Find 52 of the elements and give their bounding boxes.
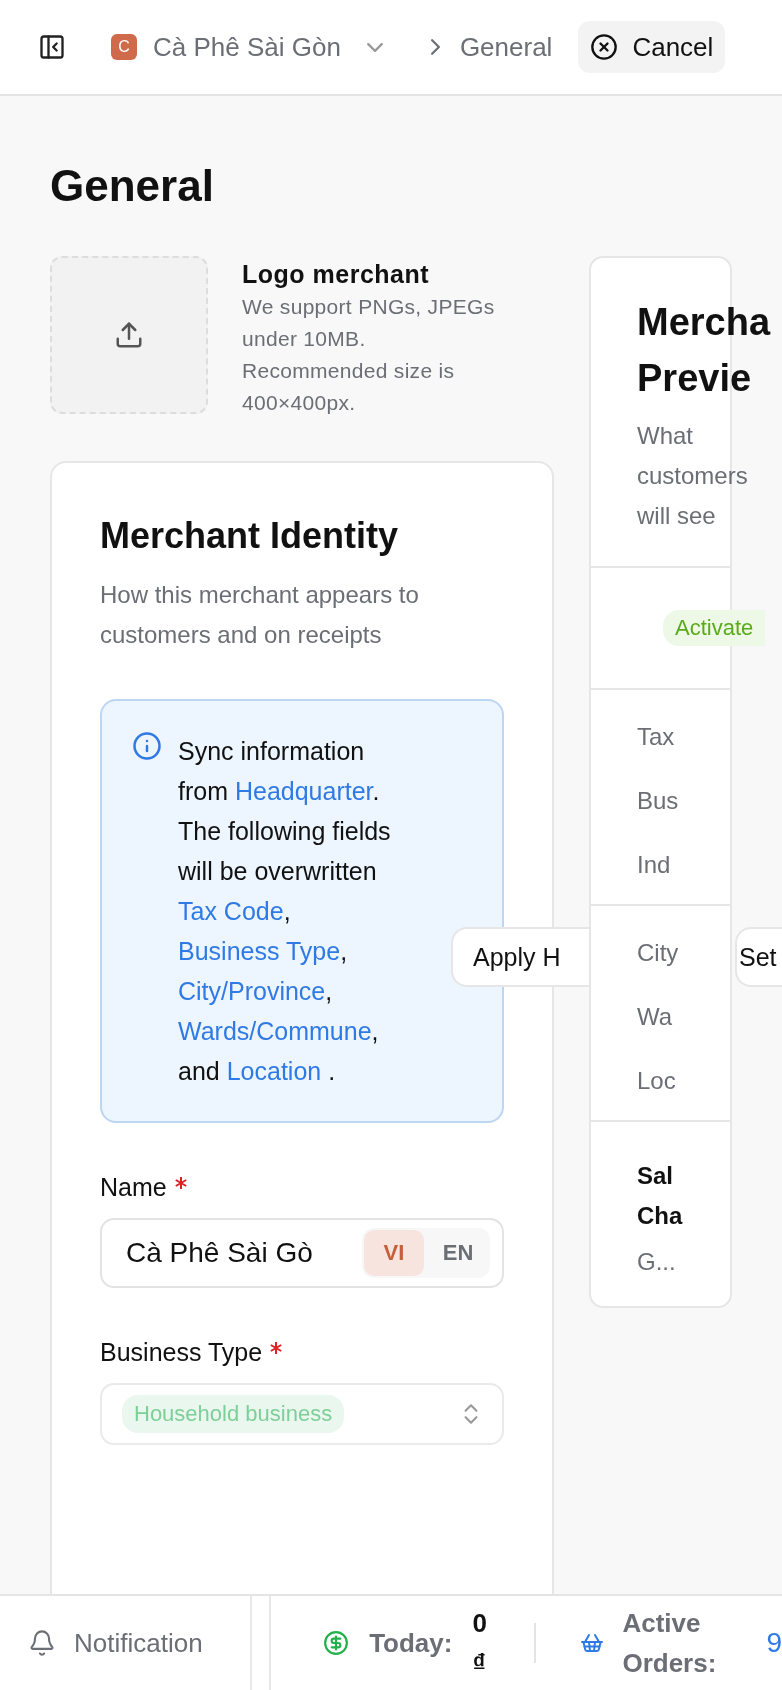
upload-title: Logo merchant (242, 260, 431, 289)
preview-title: Previe (637, 356, 752, 401)
notification-button[interactable]: Notification (0, 1596, 253, 1690)
sales-title: Cha (637, 1201, 684, 1231)
notice-link[interactable]: Location (226, 1057, 322, 1085)
sidebar-icon (38, 33, 66, 61)
sales-title: Sal (637, 1161, 675, 1191)
notice-link[interactable]: City/Province (178, 977, 326, 1005)
preview-row-label: Loc (637, 1066, 677, 1096)
page-title: General (50, 160, 215, 212)
business-type-badge: Household business (122, 1395, 345, 1433)
today-value: 0 ₫ (472, 1607, 488, 1680)
status-badge: Activate (663, 610, 766, 646)
merchant-breadcrumb[interactable]: Cà Phê Sài Gòn (153, 31, 341, 63)
sales-value: G... (637, 1247, 677, 1277)
info-icon (132, 731, 162, 761)
preview-row-label: City (637, 938, 680, 968)
preview-row-label: Bus (637, 786, 680, 816)
language-button[interactable]: VI (364, 1230, 424, 1276)
preview-title: Mercha (637, 300, 771, 345)
preview-row-label: Ind (637, 850, 672, 880)
chevron-down-icon (366, 42, 383, 52)
close-icon (590, 33, 619, 61)
language-button[interactable]: EN (428, 1230, 488, 1276)
field-label: Name (100, 1173, 167, 1202)
page-breadcrumb[interactable]: General (459, 31, 553, 63)
setup-button[interactable]: Set (735, 927, 782, 987)
today-label: Today: (369, 1627, 453, 1659)
cancel-button[interactable]: Cancel (578, 21, 726, 73)
orders-label: Active Orders: (622, 1607, 718, 1680)
card-title: Merchant Identity (100, 515, 400, 557)
notice-link[interactable]: Tax Code (178, 897, 284, 925)
sidebar-toggle-button[interactable] (38, 33, 66, 61)
bell-icon (28, 1629, 56, 1657)
orders-value: 9 (766, 1627, 782, 1659)
chevron-right-icon (430, 39, 440, 55)
basket-icon (580, 1631, 605, 1655)
field-label: Business Type (100, 1338, 263, 1367)
upload-description: We support PNGs, JPEGs under 10MB. (242, 294, 496, 352)
notice-text: Sync information from Headquarter. The following fields will be overwritten Tax Code, Business Type, City/Province, Wards/Commune, and Location . (178, 736, 392, 1087)
preview-row-label: Tax (637, 722, 676, 752)
notice-link[interactable]: Headquarter (234, 777, 373, 805)
upload-description: Recommended size is 400×400px. (242, 358, 456, 416)
preview-subtitle: What customers will see (637, 421, 749, 531)
notice-link[interactable]: Business Type (178, 937, 341, 965)
dollar-icon (323, 1630, 350, 1656)
upload-icon (114, 320, 144, 350)
preview-row-label: Wa (637, 1002, 674, 1032)
notice-link[interactable]: Wards/Commune (178, 1017, 372, 1045)
merchant-avatar: C (111, 34, 137, 60)
apply-button[interactable]: Apply H (451, 927, 589, 987)
card-subtitle: How this merchant appears to customers and on receipts (100, 580, 420, 650)
